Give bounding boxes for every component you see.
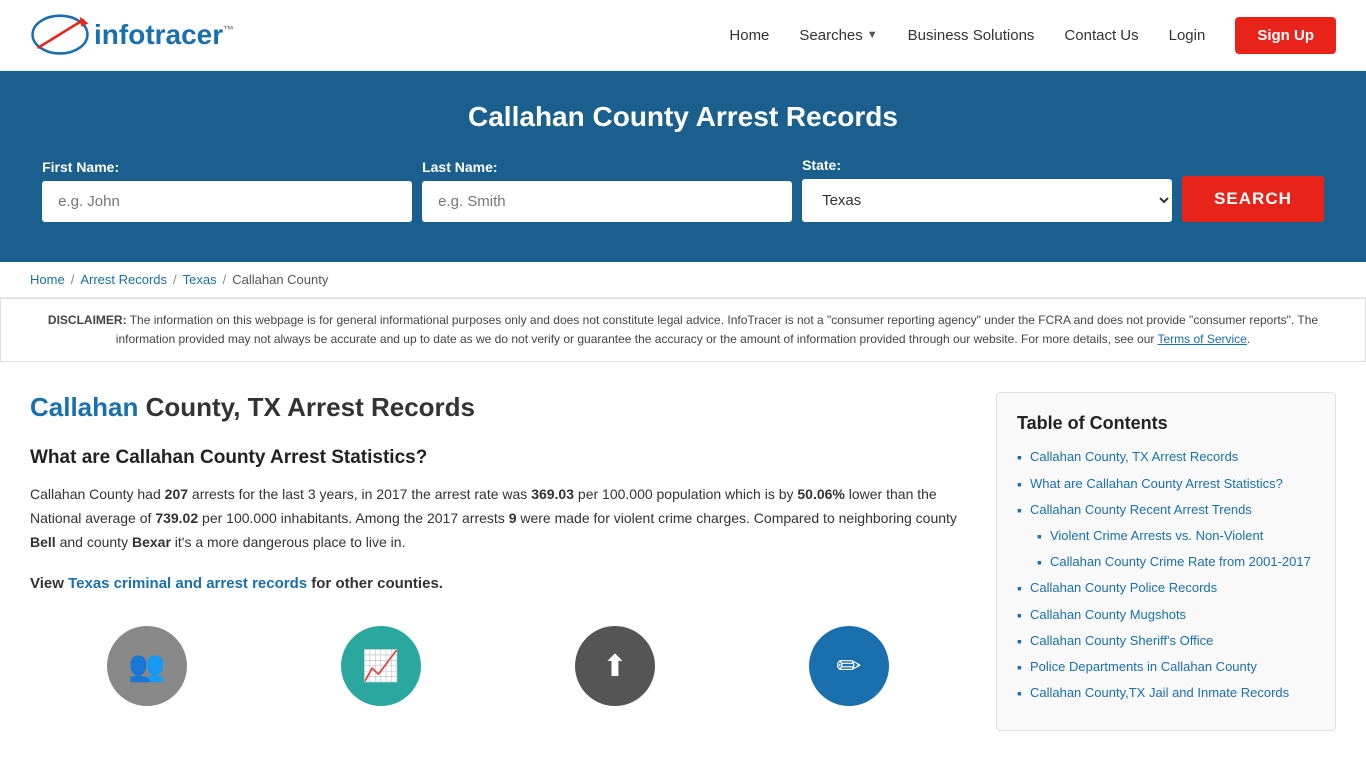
breadcrumb-sep-3: / [223, 272, 227, 287]
header: infotracer™ Home Searches ▼ Business Sol… [0, 0, 1366, 71]
toc-link-2[interactable]: Callahan County Recent Arrest Trends [1030, 501, 1252, 519]
toc-item-3: Violent Crime Arrests vs. Non-Violent [1017, 527, 1315, 545]
logo-tracer: tracer [145, 19, 223, 50]
breadcrumb-sep-1: / [71, 272, 75, 287]
view-line: View Texas criminal and arrest records f… [30, 571, 966, 597]
icon-item-3: ⬆ [575, 626, 655, 706]
nav-signup[interactable]: Sign Up [1235, 17, 1336, 54]
main-heading: Callahan County, TX Arrest Records [30, 392, 966, 423]
toc-item-2: Callahan County Recent Arrest Trends [1017, 501, 1315, 519]
last-name-label: Last Name: [422, 159, 792, 175]
breadcrumb-texas[interactable]: Texas [183, 272, 217, 287]
main-nav: Home Searches ▼ Business Solutions Conta… [729, 17, 1336, 54]
chart-up-icon: 📈 [341, 626, 421, 706]
stats-paragraph: Callahan County had 207 arrests for the … [30, 483, 966, 554]
nav-searches-link[interactable]: Searches [799, 27, 862, 44]
stats-p1-mid4: per 100.000 inhabitants. Among the 2017 … [198, 510, 509, 526]
toc-heading: Table of Contents [1017, 413, 1315, 434]
nav-home[interactable]: Home [729, 27, 769, 44]
toc-item-4: Callahan County Crime Rate from 2001-201… [1017, 553, 1315, 571]
toc-item-0: Callahan County, TX Arrest Records [1017, 448, 1315, 466]
icon-row: 👥 📈 ⬆ ✏ [30, 616, 966, 706]
state-group: State: Texas Alabama Alaska California F… [802, 157, 1172, 222]
view-link[interactable]: Texas criminal and arrest records [68, 575, 307, 592]
nav-contact[interactable]: Contact Us [1064, 27, 1138, 44]
view-line-post: for other counties. [307, 575, 443, 592]
toc-link-4[interactable]: Callahan County Crime Rate from 2001-201… [1050, 553, 1311, 571]
arrow-up-icon: ⬆ [575, 626, 655, 706]
hero-section: Callahan County Arrest Records First Nam… [0, 71, 1366, 262]
last-name-group: Last Name: [422, 159, 792, 222]
breadcrumb: Home / Arrest Records / Texas / Callahan… [0, 262, 1366, 298]
national-avg: 739.02 [155, 510, 198, 526]
toc-link-7[interactable]: Callahan County Sheriff's Office [1030, 632, 1213, 650]
tos-link[interactable]: Terms of Service [1158, 332, 1247, 346]
toc-link-8[interactable]: Police Departments in Callahan County [1030, 658, 1257, 676]
disclaimer-period: . [1247, 332, 1250, 346]
first-name-label: First Name: [42, 159, 412, 175]
toc-item-1: What are Callahan County Arrest Statisti… [1017, 475, 1315, 493]
toc-link-0[interactable]: Callahan County, TX Arrest Records [1030, 448, 1238, 466]
toc-item-8: Police Departments in Callahan County [1017, 658, 1315, 676]
toc-link-6[interactable]: Callahan County Mugshots [1030, 606, 1186, 624]
table-of-contents: Table of Contents Callahan County, TX Ar… [996, 392, 1336, 731]
icon-item-1: 👥 [107, 626, 187, 706]
nav-searches[interactable]: Searches ▼ [799, 27, 877, 44]
people-icon: 👥 [107, 626, 187, 706]
toc-link-3[interactable]: Violent Crime Arrests vs. Non-Violent [1050, 527, 1263, 545]
stats-p1-end2: and county [56, 534, 132, 550]
search-form: First Name: Last Name: State: Texas Alab… [20, 157, 1346, 222]
toc-item-6: Callahan County Mugshots [1017, 606, 1315, 624]
toc-link-9[interactable]: Callahan County,TX Jail and Inmate Recor… [1030, 684, 1289, 702]
icon-item-4: ✏ [809, 626, 889, 706]
lower-pct: 50.06% [797, 486, 844, 502]
stats-p1-end3: it's a more dangerous place to live in. [171, 534, 406, 550]
logo-tm: ™ [223, 25, 234, 37]
content-right: Table of Contents Callahan County, TX Ar… [996, 372, 1336, 731]
content-left: Callahan County, TX Arrest Records What … [30, 372, 996, 731]
toc-list: Callahan County, TX Arrest Records What a… [1017, 448, 1315, 702]
main-heading-highlight: Callahan [30, 392, 138, 422]
toc-item-5: Callahan County Police Records [1017, 579, 1315, 597]
arrests-count: 207 [165, 486, 188, 502]
first-name-input[interactable] [42, 181, 412, 222]
search-button[interactable]: SEARCH [1182, 176, 1324, 222]
toc-item-7: Callahan County Sheriff's Office [1017, 632, 1315, 650]
breadcrumb-arrest-records[interactable]: Arrest Records [80, 272, 167, 287]
edit-icon: ✏ [809, 626, 889, 706]
last-name-input[interactable] [422, 181, 792, 222]
stats-p1-pre: Callahan County had [30, 486, 165, 502]
logo-info: info [94, 19, 145, 50]
icon-item-2: 📈 [341, 626, 421, 706]
disclaimer-bar: DISCLAIMER: The information on this webp… [0, 298, 1366, 362]
chevron-down-icon: ▼ [867, 29, 878, 41]
disclaimer-text: The information on this webpage is for g… [116, 313, 1318, 346]
disclaimer-label: DISCLAIMER: [48, 313, 127, 327]
breadcrumb-sep-2: / [173, 272, 177, 287]
state-select[interactable]: Texas Alabama Alaska California Florida [802, 179, 1172, 222]
toc-item-9: Callahan County,TX Jail and Inmate Recor… [1017, 684, 1315, 702]
toc-link-5[interactable]: Callahan County Police Records [1030, 579, 1217, 597]
main-content: Callahan County, TX Arrest Records What … [0, 372, 1366, 731]
breadcrumb-home[interactable]: Home [30, 272, 65, 287]
toc-link-1[interactable]: What are Callahan County Arrest Statisti… [1030, 475, 1283, 493]
main-heading-rest: County, TX Arrest Records [138, 392, 475, 422]
state-label: State: [802, 157, 1172, 173]
breadcrumb-callahan: Callahan County [232, 272, 328, 287]
stats-p1-end: were made for violent crime charges. Com… [516, 510, 956, 526]
county2: Bexar [132, 534, 171, 550]
stats-p1-mid: arrests for the last 3 years, in 2017 th… [188, 486, 531, 502]
nav-login[interactable]: Login [1169, 27, 1206, 44]
logo: infotracer™ [30, 10, 234, 60]
stats-heading: What are Callahan County Arrest Statisti… [30, 447, 966, 469]
county1: Bell [30, 534, 56, 550]
stats-p1-mid2: per 100.000 population which is by [574, 486, 797, 502]
arrest-rate: 369.03 [531, 486, 574, 502]
hero-title: Callahan County Arrest Records [20, 101, 1346, 133]
nav-business[interactable]: Business Solutions [908, 27, 1035, 44]
view-line-pre: View [30, 575, 68, 592]
first-name-group: First Name: [42, 159, 412, 222]
